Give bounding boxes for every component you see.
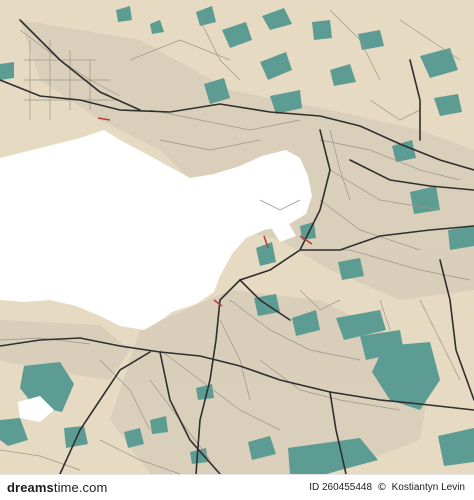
park <box>448 226 474 250</box>
city-map <box>0 0 474 474</box>
park <box>312 20 332 40</box>
park <box>338 258 364 280</box>
image-frame: dreamstime.com ID 260455448 © Kostiantyn… <box>0 0 474 500</box>
park <box>0 62 14 80</box>
dreamstime-logo: dreamstime.com <box>7 480 108 495</box>
image-id: ID 260455448 <box>309 482 373 493</box>
author-name: Kostiantyn Levin <box>391 482 465 493</box>
map-canvas <box>0 0 474 474</box>
image-credit: ID 260455448 © Kostiantyn Levin <box>309 482 465 493</box>
watermark-footer: dreamstime.com ID 260455448 © Kostiantyn… <box>0 474 474 500</box>
copyright-icon: © <box>376 482 387 493</box>
